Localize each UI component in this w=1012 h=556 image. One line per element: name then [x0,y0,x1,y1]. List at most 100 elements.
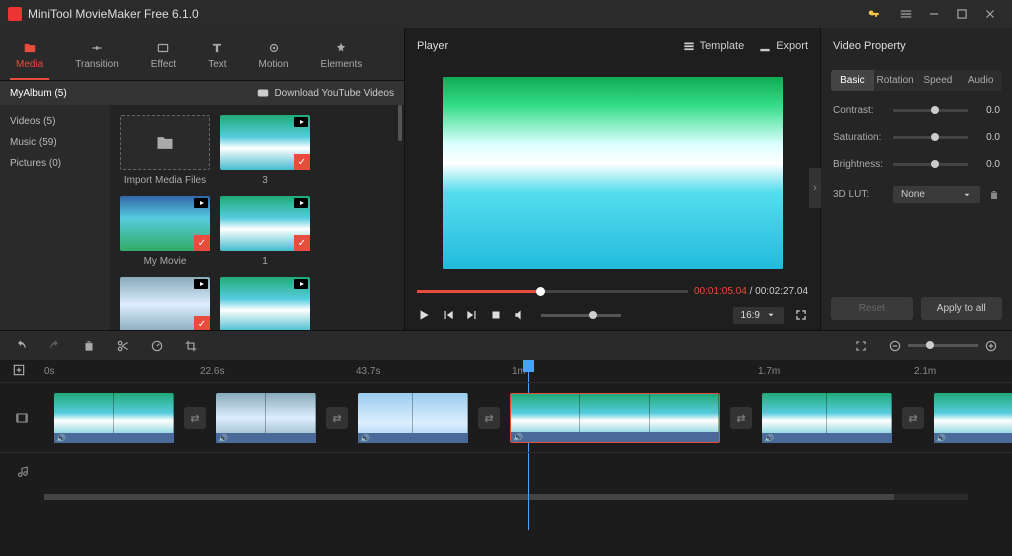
timeline-scrollbar[interactable] [44,494,968,500]
media-thumb[interactable]: ✓My Movie [120,196,210,267]
cat-pictures[interactable]: Pictures (0) [0,153,110,174]
timeline: 0s 22.6s 43.7s 1m 1.7m 2.1m ✂ 🔊 ⇄ 🔊 ⇄ 🔊 … [0,360,1012,556]
play-button[interactable] [417,308,431,322]
timeline-clip-selected[interactable]: 🔊 [510,393,720,443]
contrast-slider[interactable] [893,109,968,112]
timeline-clip[interactable]: 🔊 [54,393,174,443]
media-thumb[interactable]: ✓ [120,277,210,330]
playback-time: 00:01:05.04 / 00:02:27.04 [694,286,808,297]
timeline-clip[interactable]: 🔊 [762,393,892,443]
saturation-slider[interactable] [893,136,968,139]
speaker-icon: 🔊 [936,433,948,443]
media-thumb[interactable]: ✓3 [220,115,310,186]
timeline-clip[interactable]: 🔊 [934,393,1012,443]
transition-slot[interactable]: ⇄ [902,407,924,429]
prev-button[interactable] [441,308,455,322]
music-track-icon [0,466,44,480]
speaker-icon: 🔊 [764,433,776,443]
undo-button[interactable] [14,339,28,353]
template-button[interactable]: Template [682,39,745,53]
ptab-audio[interactable]: Audio [959,70,1002,91]
add-track-button[interactable] [12,363,28,379]
preview-frame[interactable] [443,77,783,269]
expand-panel-button[interactable]: › [809,168,821,208]
ruler-tick: 2.1m [914,366,936,377]
zoom-out-button[interactable] [888,339,902,353]
album-bar: MyAlbum (5) Download YouTube Videos [0,81,404,105]
media-thumb[interactable] [220,277,310,330]
ptab-speed[interactable]: Speed [917,70,960,91]
tab-text[interactable]: Text [202,36,232,80]
ptab-rotation[interactable]: Rotation [874,70,917,91]
key-icon[interactable] [860,0,888,28]
audio-track-area[interactable] [44,453,1012,492]
properties-title: Video Property [821,28,1012,64]
export-icon [758,39,772,53]
volume-icon[interactable] [513,308,527,322]
brightness-slider[interactable] [893,163,968,166]
redo-button[interactable] [48,339,62,353]
ruler-tick: 22.6s [200,366,224,377]
split-button[interactable] [116,339,130,353]
properties-panel: › Video Property Basic Rotation Speed Au… [820,28,1012,330]
download-youtube-button[interactable]: Download YouTube Videos [256,86,394,100]
video-badge-icon [194,279,208,289]
minimize-button[interactable] [920,0,948,28]
text-icon [208,40,226,56]
transition-slot[interactable]: ⇄ [326,407,348,429]
menu-icon[interactable] [892,0,920,28]
next-button[interactable] [465,308,479,322]
speed-button[interactable] [150,339,164,353]
reset-button[interactable]: Reset [831,297,913,320]
grid-scrollbar[interactable] [398,105,402,141]
player-panel: Player Template Export 00:01:05.04 / 00:… [404,28,820,330]
fullscreen-button[interactable] [794,308,808,322]
video-badge-icon [294,279,308,289]
trash-icon[interactable] [988,189,1000,201]
timeline-ruler[interactable]: 0s 22.6s 43.7s 1m 1.7m 2.1m ✂ [0,360,1012,382]
zoom-slider[interactable] [908,344,978,347]
brightness-label: Brightness: [833,159,885,170]
delete-button[interactable] [82,339,96,353]
video-badge-icon [294,117,308,127]
contrast-value: 0.0 [976,105,1000,116]
tab-transition[interactable]: Transition [69,36,125,80]
cat-videos[interactable]: Videos (5) [0,111,110,132]
transition-slot[interactable]: ⇄ [730,407,752,429]
transition-slot[interactable]: ⇄ [478,407,500,429]
lut-select[interactable]: None [893,186,980,203]
player-title: Player [417,40,668,52]
playback-slider[interactable] [417,290,688,293]
aspect-ratio-select[interactable]: 16:9 [733,307,784,324]
youtube-icon [256,86,270,100]
speaker-icon: 🔊 [56,433,68,443]
maximize-button[interactable] [948,0,976,28]
crop-button[interactable] [184,339,198,353]
import-media-tile[interactable]: Import Media Files [120,115,210,186]
tab-effect[interactable]: Effect [145,36,182,80]
media-thumb[interactable]: ✓1 [220,196,310,267]
stop-button[interactable] [489,308,503,322]
zoom-in-button[interactable] [984,339,998,353]
tab-motion[interactable]: Motion [253,36,295,80]
property-tabs: Basic Rotation Speed Audio [831,70,1002,91]
timeline-clip[interactable]: 🔊 [358,393,468,443]
saturation-value: 0.0 [976,132,1000,143]
volume-slider[interactable] [541,314,621,317]
brightness-value: 0.0 [976,159,1000,170]
zoom-control [888,339,998,353]
tab-media[interactable]: Media [10,36,49,80]
transition-slot[interactable]: ⇄ [184,407,206,429]
ruler-tick: 0s [44,366,55,377]
timeline-clip[interactable]: 🔊 [216,393,316,443]
album-label[interactable]: MyAlbum (5) [10,88,256,99]
export-button[interactable]: Export [758,39,808,53]
media-panel: Media Transition Effect Text Motion Elem… [0,28,404,330]
ptab-basic[interactable]: Basic [831,70,874,91]
cat-music[interactable]: Music (59) [0,132,110,153]
fit-button[interactable] [854,339,868,353]
close-button[interactable] [976,0,1004,28]
check-icon: ✓ [294,235,310,251]
apply-all-button[interactable]: Apply to all [921,297,1003,320]
tab-elements[interactable]: Elements [315,36,369,80]
